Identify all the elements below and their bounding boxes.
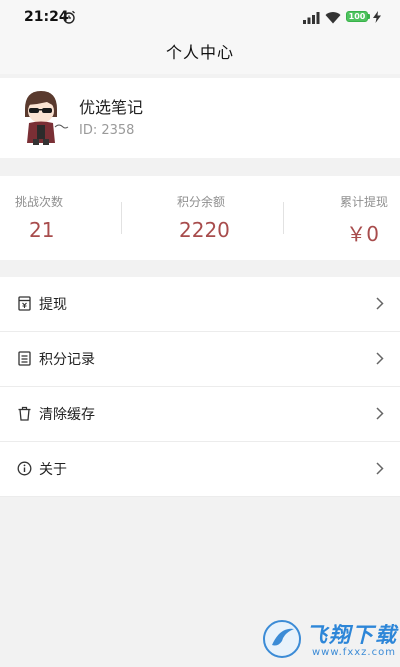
chevron-right-icon xyxy=(376,352,384,365)
stat-value: 2220 xyxy=(179,218,230,242)
page-title: 个人中心 xyxy=(165,43,234,62)
menu-item-points-record[interactable]: 积分记录 xyxy=(0,332,400,387)
charging-icon xyxy=(373,11,381,23)
wifi-icon xyxy=(325,12,341,24)
watermark-logo-icon xyxy=(263,620,301,658)
stats-card: 挑战次数 21 积分余额 2220 累计提现 ￥0 xyxy=(0,176,400,260)
menu-item-about[interactable]: 关于 xyxy=(0,442,400,497)
menu-item-label: 提现 xyxy=(39,297,67,313)
trash-icon xyxy=(18,406,31,421)
profile-id: ID: 2358 xyxy=(79,123,135,138)
menu-item-label: 积分记录 xyxy=(39,352,95,368)
stat-challenge-count: 挑战次数 21 xyxy=(0,176,120,260)
stat-label: 积分余额 xyxy=(177,195,226,209)
watermark-url: www.fxxz.com xyxy=(312,647,396,658)
info-icon xyxy=(17,461,32,476)
signal-icon xyxy=(303,12,320,24)
battery-level: 100 xyxy=(348,12,366,21)
profile-name: 优选笔记 xyxy=(79,98,144,117)
chevron-right-icon xyxy=(376,297,384,310)
stat-label: 挑战次数 xyxy=(15,195,64,209)
menu-item-label: 清除缓存 xyxy=(39,407,95,423)
withdraw-icon xyxy=(18,296,31,311)
menu-item-clear-cache[interactable]: 清除缓存 xyxy=(0,387,400,442)
alarm-icon xyxy=(63,10,75,24)
stat-divider xyxy=(121,202,122,234)
list-icon xyxy=(18,351,31,366)
stat-value: ￥0 xyxy=(346,222,379,246)
screen: 21:24 100 个人中心 优选笔记 ID: 2358 挑战次数 21 积分余… xyxy=(0,0,400,667)
stat-points-balance: 积分余额 2220 xyxy=(140,176,260,260)
stat-value: 21 xyxy=(29,218,55,242)
avatar[interactable] xyxy=(17,87,69,145)
profile-card[interactable]: 优选笔记 ID: 2358 xyxy=(0,78,400,158)
watermark: 飞翔下载 www.fxxz.com xyxy=(262,617,398,663)
stat-total-withdrawn: 累计提现 ￥0 xyxy=(280,176,400,260)
menu-item-withdraw[interactable]: 提现 xyxy=(0,277,400,332)
battery-icon: 100 xyxy=(346,11,368,22)
battery-tip xyxy=(368,14,370,19)
status-bar: 21:24 100 xyxy=(0,0,400,34)
chevron-right-icon xyxy=(376,407,384,420)
watermark-title: 飞翔下载 xyxy=(306,623,398,647)
menu-list: 提现 积分记录 清除缓存 关于 xyxy=(0,277,400,497)
stat-label: 累计提现 xyxy=(339,195,388,209)
menu-item-label: 关于 xyxy=(39,462,67,478)
chevron-right-icon xyxy=(376,462,384,475)
title-bar: 个人中心 xyxy=(0,34,400,74)
